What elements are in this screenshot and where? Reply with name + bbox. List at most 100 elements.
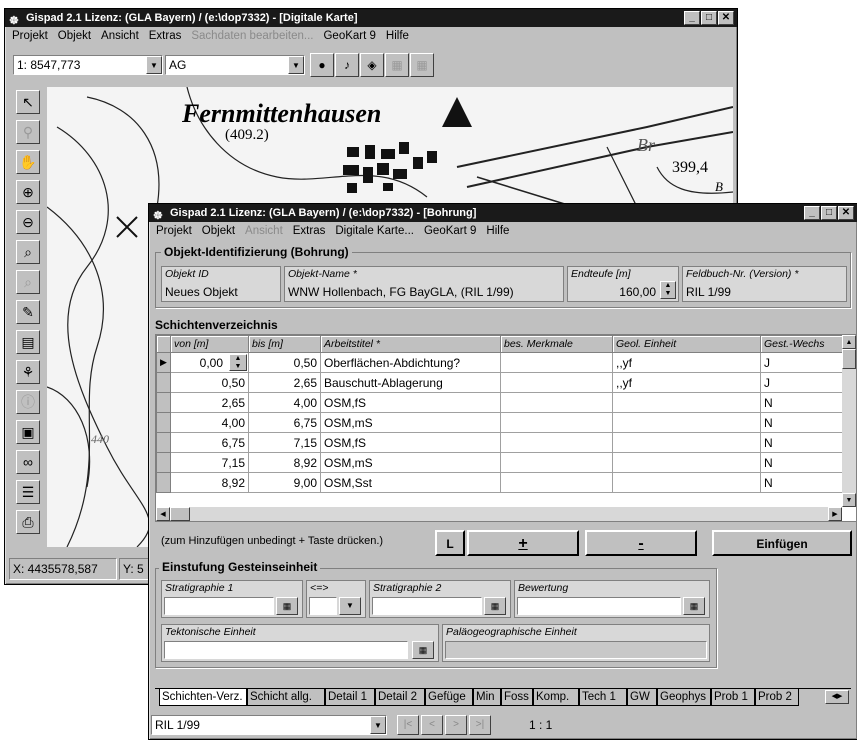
cell-von[interactable]: 4,00	[170, 412, 249, 433]
scroll-thumb[interactable]	[842, 349, 856, 369]
minimize-button[interactable]: _	[684, 11, 700, 25]
tab-gw[interactable]: GW	[627, 689, 657, 706]
multi-select-icon[interactable]: ⚲	[16, 120, 40, 144]
tab-prob-2[interactable]: Prob 2	[755, 689, 799, 706]
tab-tech-1[interactable]: Tech 1	[579, 689, 627, 706]
cell-merkmale[interactable]	[500, 352, 613, 373]
bewertung-browse-icon[interactable]: ▦	[683, 597, 705, 615]
pan-hand-icon[interactable]: ✋	[16, 150, 40, 174]
cell-bis[interactable]: 9,00	[248, 472, 321, 493]
menu-objekt[interactable]: Objekt	[202, 225, 235, 237]
cell-merkmale[interactable]	[500, 472, 613, 493]
close-button[interactable]: ✕	[718, 11, 734, 25]
menu-extras[interactable]: Extras	[149, 30, 182, 42]
cell-gest[interactable]: J	[760, 372, 845, 393]
scale-dropdown-icon[interactable]: ▼	[146, 56, 162, 74]
cell-merkmale[interactable]	[500, 452, 613, 473]
cell-gest[interactable]: N	[760, 392, 845, 413]
table-row[interactable]: 6,75 7,15 OSM,fS N	[156, 432, 845, 453]
scroll-down-icon[interactable]: ▼	[842, 493, 856, 507]
op-field[interactable]: <=> ▼	[306, 580, 366, 618]
op-dropdown-icon[interactable]: ▼	[339, 597, 361, 615]
scale-combo[interactable]: 1: 8547,773 ▼	[13, 55, 163, 75]
l-button[interactable]: L	[435, 530, 465, 556]
image-icon[interactable]: ▣	[16, 420, 40, 444]
tab-detail-1[interactable]: Detail 1	[325, 689, 375, 706]
strat1-input[interactable]	[164, 597, 274, 615]
nav-record-combo[interactable]: RIL 1/99 ▼	[151, 715, 387, 735]
op-input[interactable]	[309, 597, 337, 615]
menu-projekt[interactable]: Projekt	[156, 225, 192, 237]
row-selector[interactable]	[156, 432, 171, 453]
map-window-titlebar[interactable]: ☸ Gispad 2.1 Lizenz: (GLA Bayern) / (e:\…	[5, 9, 737, 27]
grid2-tool-button[interactable]: ▦	[410, 53, 434, 77]
grid-horizontal-scrollbar[interactable]: ◀ ▶	[156, 507, 842, 521]
grid-vertical-scrollbar[interactable]: ▲ ▼	[842, 335, 856, 507]
cell-arbeitstitel[interactable]: OSM,fS	[320, 392, 501, 413]
col-header-arbeitstitel[interactable]: Arbeitstitel *	[320, 335, 501, 353]
minimize-button[interactable]: _	[804, 206, 820, 220]
close-button[interactable]: ✕	[838, 206, 854, 220]
nav-last-button[interactable]: >|	[469, 715, 491, 735]
cell-geol[interactable]	[612, 432, 761, 453]
arrow-select-icon[interactable]: ↖	[16, 90, 40, 114]
layer-dropdown-icon[interactable]: ▼	[288, 56, 304, 74]
strat2-browse-icon[interactable]: ▦	[484, 597, 506, 615]
polygon-tool-button[interactable]: ◈	[360, 53, 384, 77]
point-tool-button[interactable]: ●	[310, 53, 334, 77]
layers-icon[interactable]: ▤	[16, 330, 40, 354]
cell-geol[interactable]	[612, 452, 761, 473]
palaeo-field[interactable]: Paläogeographische Einheit	[442, 624, 710, 662]
nav-record-dropdown-icon[interactable]: ▼	[370, 716, 386, 734]
legend-icon[interactable]: ☰	[16, 480, 40, 504]
maximize-button[interactable]: □	[701, 11, 717, 25]
table-row[interactable]: ▶ 0,00 ▲ ▼ 0,50 Oberflächen-Abdichtung? ,,…	[156, 352, 845, 373]
grid-tool-button[interactable]: ▦	[385, 53, 409, 77]
line-tool-button[interactable]: ♪	[335, 53, 359, 77]
cell-von[interactable]: 0,00 ▲ ▼	[170, 352, 249, 373]
col-header-geol[interactable]: Geol. Einheit	[612, 335, 761, 353]
cell-von[interactable]: 0,50	[170, 372, 249, 393]
row-selector[interactable]	[156, 412, 171, 433]
cell-geol[interactable]	[612, 472, 761, 493]
strat1-browse-icon[interactable]: ▦	[276, 597, 298, 615]
maximize-button[interactable]: □	[821, 206, 837, 220]
cell-von[interactable]: 2,65	[170, 392, 249, 413]
symbol-icon[interactable]: ⚘	[16, 360, 40, 384]
menu-hilfe[interactable]: Hilfe	[386, 30, 409, 42]
cell-bis[interactable]: 0,50	[248, 352, 321, 373]
strat2-field[interactable]: Stratigraphie 2 ▦	[369, 580, 511, 618]
tab-foss[interactable]: Foss	[501, 689, 533, 706]
row-selector[interactable]	[156, 452, 171, 473]
cell-geol[interactable]: ,,yf	[612, 352, 761, 373]
tekto-field[interactable]: Tektonische Einheit ▦	[161, 624, 439, 662]
cell-arbeitstitel[interactable]: OSM,mS	[320, 412, 501, 433]
cell-geol[interactable]	[612, 412, 761, 433]
cell-von[interactable]: 6,75	[170, 432, 249, 453]
cell-bis[interactable]: 8,92	[248, 452, 321, 473]
scroll-right-icon[interactable]: ▶	[828, 507, 842, 521]
endteufe-spinner-icon[interactable]: ▲ ▼	[660, 281, 676, 299]
zoom-in-icon[interactable]: ⊕	[16, 180, 40, 204]
bewertung-field[interactable]: Bewertung ▦	[514, 580, 710, 618]
objekt-id-field[interactable]: Objekt ID Neues Objekt	[161, 266, 281, 302]
scroll-up-icon[interactable]: ▲	[842, 335, 856, 349]
strat2-input[interactable]	[372, 597, 482, 615]
scroll-left-icon[interactable]: ◀	[156, 507, 170, 521]
cell-merkmale[interactable]	[500, 372, 613, 393]
col-header-von[interactable]: von [m]	[170, 335, 249, 353]
tab-schichten-verz[interactable]: Schichten-Verz.	[159, 689, 247, 706]
col-header-gest[interactable]: Gest.-Wechs	[760, 335, 845, 353]
cell-arbeitstitel[interactable]: OSM,mS	[320, 452, 501, 473]
col-header-merkmale[interactable]: bes. Merkmale	[500, 335, 613, 353]
palaeo-input[interactable]	[445, 641, 707, 659]
cell-arbeitstitel[interactable]: OSM,fS	[320, 432, 501, 453]
tab-prob-1[interactable]: Prob 1	[711, 689, 755, 706]
plus-button[interactable]: +	[467, 530, 579, 556]
objekt-name-field[interactable]: Objekt-Name * WNW Hollenbach, FG BayGLA,…	[284, 266, 564, 302]
tekto-browse-icon[interactable]: ▦	[412, 641, 434, 659]
cell-bis[interactable]: 4,00	[248, 392, 321, 413]
row-selector[interactable]	[156, 372, 171, 393]
tekto-input[interactable]	[164, 641, 408, 659]
tab-geophys[interactable]: Geophys	[657, 689, 711, 706]
